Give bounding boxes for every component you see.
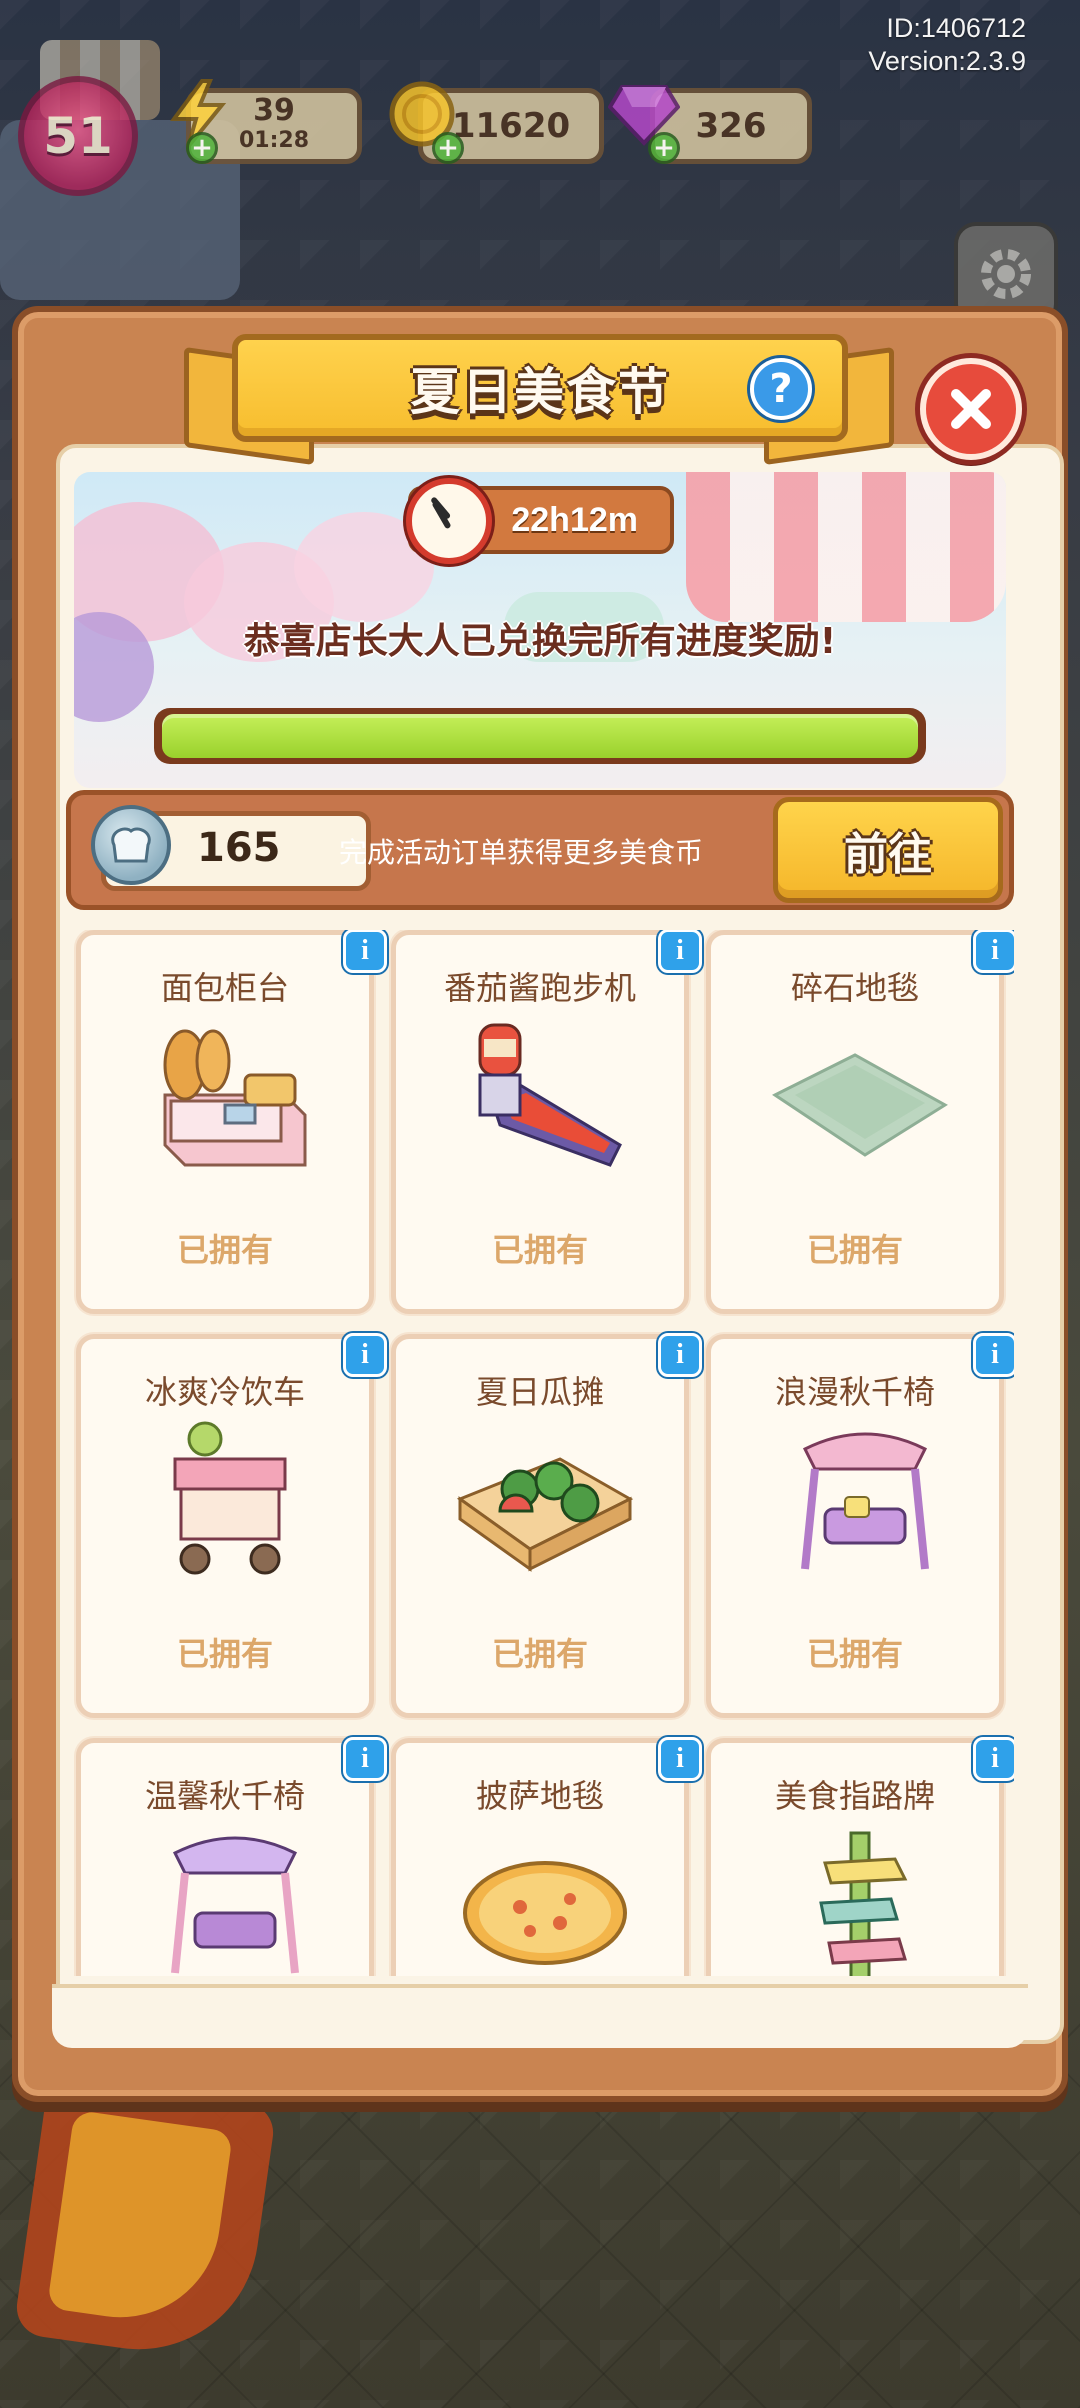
reward-item-grid: i 面包柜台 已拥有 i 番茄酱跑步机 已拥有 i 碎石地毯 已拥有 i 冰爽冷…	[66, 930, 1014, 1976]
go-button[interactable]: 前往	[773, 797, 1003, 903]
item-name: 美食指路牌	[774, 1777, 935, 1815]
owned-status: 已拥有	[491, 1231, 588, 1269]
coin-value: 11620	[451, 106, 571, 146]
event-currency-row: 165 完成活动订单获得更多美食币 前往	[66, 790, 1014, 910]
item-name: 夏日瓜摊	[475, 1373, 604, 1411]
gravel-rug-icon	[772, 1053, 948, 1157]
add-energy-button[interactable]: +	[186, 132, 218, 164]
food-coin-count: 165	[197, 825, 281, 871]
bread-counter-icon	[163, 1029, 307, 1167]
energy-timer: 01:28	[238, 128, 310, 153]
item-name: 面包柜台	[160, 969, 289, 1007]
event-timer-value: 22h12m	[511, 500, 638, 539]
gear-icon	[981, 249, 1031, 299]
owned-status: 已拥有	[176, 1635, 273, 1673]
item-name: 碎石地毯	[790, 969, 919, 1007]
add-gems-button[interactable]: +	[648, 132, 680, 164]
go-button-label: 前往	[844, 829, 932, 880]
item-name: 披萨地毯	[475, 1777, 604, 1815]
progress-fill	[162, 714, 918, 758]
energy-value: 39	[253, 93, 295, 128]
question-icon: ?	[769, 366, 793, 412]
add-coins-button[interactable]: +	[432, 132, 464, 164]
congrats-message: 恭喜店长大人已兑换完所有进度奖励!	[243, 621, 837, 662]
version-label: Version:2.3.9	[868, 46, 1026, 76]
modal-title: 夏日美食节	[410, 363, 670, 421]
food-coin-description: 完成活动订单获得更多美食币	[339, 836, 704, 869]
food-signpost-icon	[819, 1831, 908, 1976]
player-level-badge[interactable]: 51	[18, 76, 138, 196]
item-name: 温馨秋千椅	[144, 1777, 305, 1815]
help-button[interactable]: ?	[750, 358, 812, 420]
item-card[interactable]: i 美食指路牌	[706, 1737, 1014, 1976]
close-icon	[951, 389, 991, 429]
player-level: 51	[43, 107, 113, 165]
owned-status: 已拥有	[806, 1635, 903, 1673]
clock-icon	[406, 478, 492, 564]
item-name: 番茄酱跑步机	[443, 969, 636, 1007]
purple-swing-icon	[171, 1836, 299, 1974]
item-card[interactable]: i 浪漫秋千椅 已拥有	[706, 1333, 1014, 1718]
modal-bottom-edge	[52, 1984, 1028, 2048]
item-card[interactable]: i 面包柜台 已拥有	[76, 930, 387, 1314]
ketchup-treadmill-icon	[478, 1023, 622, 1167]
item-card[interactable]: i 碎石地毯 已拥有	[706, 930, 1014, 1314]
gem-value: 326	[695, 106, 767, 146]
drink-cart-icon	[173, 1421, 287, 1575]
owned-status: 已拥有	[806, 1231, 903, 1269]
item-card[interactable]: i 夏日瓜摊 已拥有	[391, 1333, 702, 1718]
banner-awning-decor	[686, 472, 1006, 622]
owned-status: 已拥有	[176, 1231, 273, 1269]
event-banner: 22h12m 恭喜店长大人已兑换完所有进度奖励!	[74, 472, 1006, 788]
progress-bar	[154, 708, 926, 764]
item-name: 浪漫秋千椅	[774, 1373, 935, 1411]
food-coin-icon	[91, 805, 171, 885]
item-card[interactable]: i 披萨地毯	[391, 1737, 702, 1976]
melon-stand-icon	[456, 1457, 634, 1572]
close-button[interactable]	[920, 358, 1022, 460]
item-card[interactable]: i 冰爽冷饮车 已拥有	[76, 1333, 387, 1718]
build-info: ID:1406712 Version:2.3.9	[868, 12, 1026, 78]
pizza-rug-icon	[463, 1861, 627, 1965]
pink-swing-icon	[801, 1432, 929, 1570]
item-card[interactable]: i 温馨秋千椅	[76, 1737, 387, 1976]
item-name: 冰爽冷饮车	[144, 1373, 305, 1411]
owned-status: 已拥有	[491, 1635, 588, 1673]
item-card[interactable]: i 番茄酱跑步机 已拥有	[391, 930, 702, 1314]
user-id: ID:1406712	[886, 13, 1026, 43]
